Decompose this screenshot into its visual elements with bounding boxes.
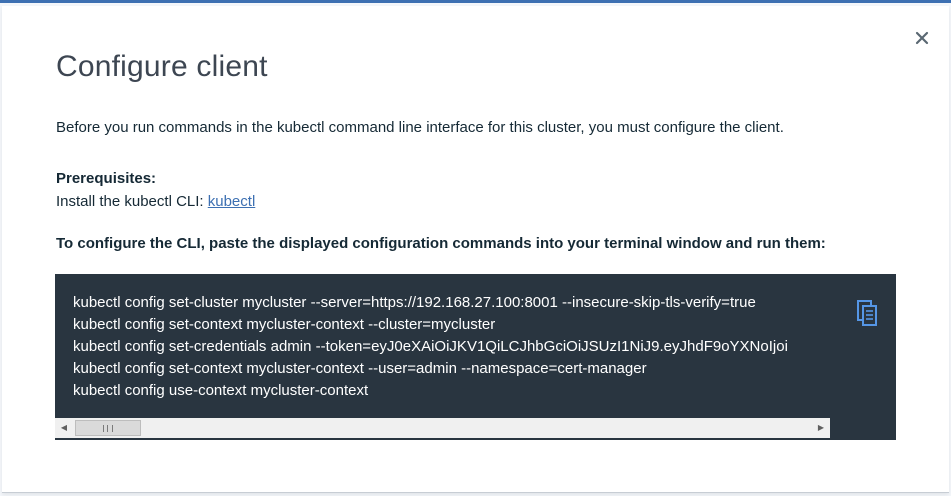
command-line: kubectl config set-context mycluster-con… [73,316,496,333]
close-icon [915,31,929,45]
close-button[interactable] [912,28,932,48]
prerequisites-heading: Prerequisites: [56,170,157,187]
modal-title: Configure client [56,50,268,83]
command-line: kubectl config use-context mycluster-con… [73,382,369,399]
command-lines: kubectl config set-cluster mycluster --s… [73,292,788,402]
install-text: Install the kubectl CLI: [56,193,208,210]
intro-text: Before you run commands in the kubectl c… [56,119,784,136]
copy-icon [857,300,877,326]
horizontal-scrollbar[interactable]: ◀ ▶ [55,418,830,438]
configure-client-modal: Configure client Before you run commands… [2,6,949,493]
top-accent-bar [0,0,951,3]
scroll-left-arrow-icon[interactable]: ◀ [55,418,73,438]
scrollbar-thumb[interactable] [75,420,141,436]
page: Configure client Before you run commands… [0,0,951,496]
command-line: kubectl config set-context mycluster-con… [73,360,647,377]
prerequisites-line: Install the kubectl CLI: kubectl [56,193,255,210]
grip-icon [103,425,113,432]
kubectl-link[interactable]: kubectl [208,193,256,210]
copy-button[interactable] [855,298,881,328]
command-code-block: kubectl config set-cluster mycluster --s… [55,274,896,440]
instructions-text: To configure the CLI, paste the displaye… [56,235,826,252]
command-line: kubectl config set-credentials admin --t… [73,338,788,355]
command-line: kubectl config set-cluster mycluster --s… [73,294,756,311]
code-scroll-area[interactable]: kubectl config set-cluster mycluster --s… [55,274,830,418]
scroll-right-arrow-icon[interactable]: ▶ [812,418,830,438]
